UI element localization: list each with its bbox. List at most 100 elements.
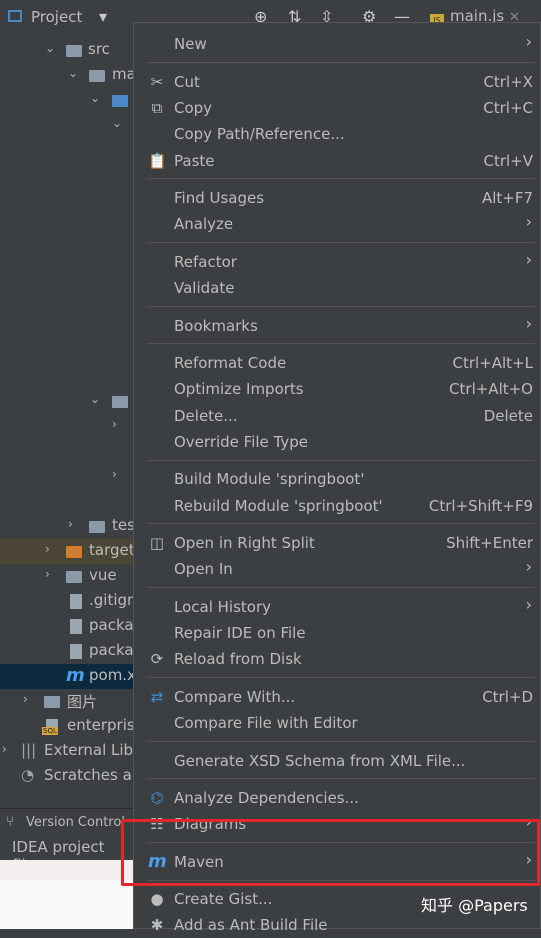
menu-item-delete[interactable]: Delete... Delete [134,403,540,429]
tree-item-target[interactable]: › target [0,539,135,564]
menu-item-copy-path[interactable]: Copy Path/Reference... [134,121,540,147]
json-file-icon [70,644,82,659]
source-folder-icon [112,95,128,107]
project-tree: ⌄ src ⌄ ma ⌄ ⌄ ⌄ › › › tes › target › vu… [0,34,135,800]
menu-separator [147,306,535,307]
version-control-bar[interactable]: ⑂ Version Control [0,808,135,837]
file-icon [70,594,82,609]
chevron-right-icon[interactable]: › [2,742,7,756]
tree-item-pom[interactable]: m pom.x [0,664,135,689]
project-view-title[interactable]: Project [31,8,82,26]
branch-icon: ⑂ [6,814,15,830]
resources-folder-icon [112,396,128,408]
menu-item-compare-editor[interactable]: Compare File with Editor [134,710,540,736]
scissors-icon: ✂ [150,73,164,91]
tree-item-vue[interactable]: › vue [0,564,135,589]
menu-item-repair-ide[interactable]: Repair IDE on File [134,620,540,646]
tree-item-main[interactable]: ⌄ ma [0,63,135,88]
menu-item-cut[interactable]: ✂ Cut Ctrl+X [134,69,540,95]
chevron-right-icon[interactable]: › [112,417,117,431]
tree-item-java[interactable]: ⌄ [0,88,135,113]
menu-item-open-right-split[interactable]: ◫ Open in Right Split Shift+Enter [134,530,540,556]
menu-item-validate[interactable]: Validate [134,275,540,301]
tree-item-src[interactable]: ⌄ src [0,38,135,63]
menu-item-reload-from-disk[interactable]: ⟳ Reload from Disk [134,646,540,672]
menu-item-analyze[interactable]: Analyze › [134,211,540,237]
tree-item-package-json[interactable]: packa [0,614,135,639]
tree-item-templates[interactable]: › [0,464,135,489]
tree-item-package-lock[interactable]: packa [0,639,135,664]
menu-separator [147,677,535,678]
menu-item-override-file-type[interactable]: Override File Type [134,429,540,455]
menu-separator [147,242,535,243]
sql-badge: SQL [42,727,58,735]
maven-icon: m [66,665,85,686]
menu-item-generate-xsd[interactable]: Generate XSD Schema from XML File... [134,748,540,774]
menu-item-refactor[interactable]: Refactor › [134,249,540,275]
menu-separator [147,778,535,779]
tree-item-images[interactable]: › 图片 [0,689,135,714]
menu-item-analyze-dependencies[interactable]: ⌬ Analyze Dependencies... [134,785,540,811]
chevron-down-icon[interactable]: ⌄ [112,116,122,130]
scratches-icon: ◔ [21,766,35,784]
menu-separator [147,343,535,344]
context-menu: New › ✂ Cut Ctrl+X ⧉ Copy Ctrl+C Copy Pa… [133,22,541,934]
menu-item-bookmarks[interactable]: Bookmarks › [134,313,540,339]
menu-separator [147,460,535,461]
chevron-down-icon[interactable]: ⌄ [90,91,100,105]
chevron-right-icon[interactable]: › [23,692,28,706]
watermark: 知乎 @Papers [421,896,528,915]
chevron-right-icon[interactable]: › [112,467,117,481]
menu-item-build-module[interactable]: Build Module 'springboot' [134,466,540,492]
menu-item-copy[interactable]: ⧉ Copy Ctrl+C [134,95,540,121]
chevron-down-icon[interactable]: ⌄ [45,41,55,55]
github-icon: ● [150,890,164,908]
menu-item-paste[interactable]: 📋 Paste Ctrl+V [134,148,540,174]
clipboard-icon: 📋 [148,152,167,170]
tree-item-test[interactable]: › tes [0,514,135,539]
menu-separator [147,741,535,742]
chevron-right-icon[interactable]: › [45,567,50,581]
chevron-down-icon[interactable]: ▾ [99,7,107,26]
folder-icon [89,521,105,533]
menu-item-new[interactable]: New › [134,31,540,57]
tree-item-sql[interactable]: SQL enterpris [0,714,135,739]
reload-icon: ⟳ [150,650,164,668]
folder-icon [66,45,82,57]
menu-item-rebuild-module[interactable]: Rebuild Module 'springboot' Ctrl+Shift+F… [134,493,540,519]
tree-item-scratches[interactable]: ◔ Scratches an [0,764,135,789]
json-file-icon [70,619,82,634]
menu-separator [147,62,535,63]
menu-item-find-usages[interactable]: Find Usages Alt+F7 [134,185,540,211]
chevron-right-icon: › [525,250,532,269]
menu-separator [147,523,535,524]
chevron-right-icon[interactable]: › [68,517,73,531]
tree-item-external-libraries[interactable]: › ||| External Libr [0,739,135,764]
chevron-down-icon[interactable]: ⌄ [68,66,78,80]
chevron-right-icon: › [525,557,532,576]
menu-separator [147,178,535,179]
excluded-folder-icon [66,546,82,558]
compare-icon: ⇄ [150,688,164,706]
background-strip [0,860,135,929]
dependencies-icon: ⌬ [150,789,164,807]
menu-item-open-in[interactable]: Open In › [134,556,540,582]
chevron-down-icon[interactable]: ⌄ [90,392,100,406]
menu-item-reformat-code[interactable]: Reformat Code Ctrl+Alt+L [134,350,540,376]
ant-icon: ✱ [150,916,164,934]
menu-item-local-history[interactable]: Local History › [134,594,540,620]
project-view-icon [8,10,22,22]
chevron-right-icon[interactable]: › [45,542,50,556]
tree-item-resources[interactable]: ⌄ [0,389,135,414]
tree-item-static[interactable]: › [0,414,135,439]
chevron-right-icon: › [525,212,532,231]
split-icon: ◫ [149,534,165,552]
chevron-right-icon: › [525,595,532,614]
chevron-right-icon: › [525,314,532,333]
chevron-right-icon: › [525,32,532,51]
tree-item-gitignore[interactable]: .gitign [0,589,135,614]
menu-item-compare-with[interactable]: ⇄ Compare With... Ctrl+D [134,684,540,710]
folder-icon [44,696,60,708]
menu-item-optimize-imports[interactable]: Optimize Imports Ctrl+Alt+O [134,376,540,402]
tree-item-package[interactable]: ⌄ [0,113,135,138]
